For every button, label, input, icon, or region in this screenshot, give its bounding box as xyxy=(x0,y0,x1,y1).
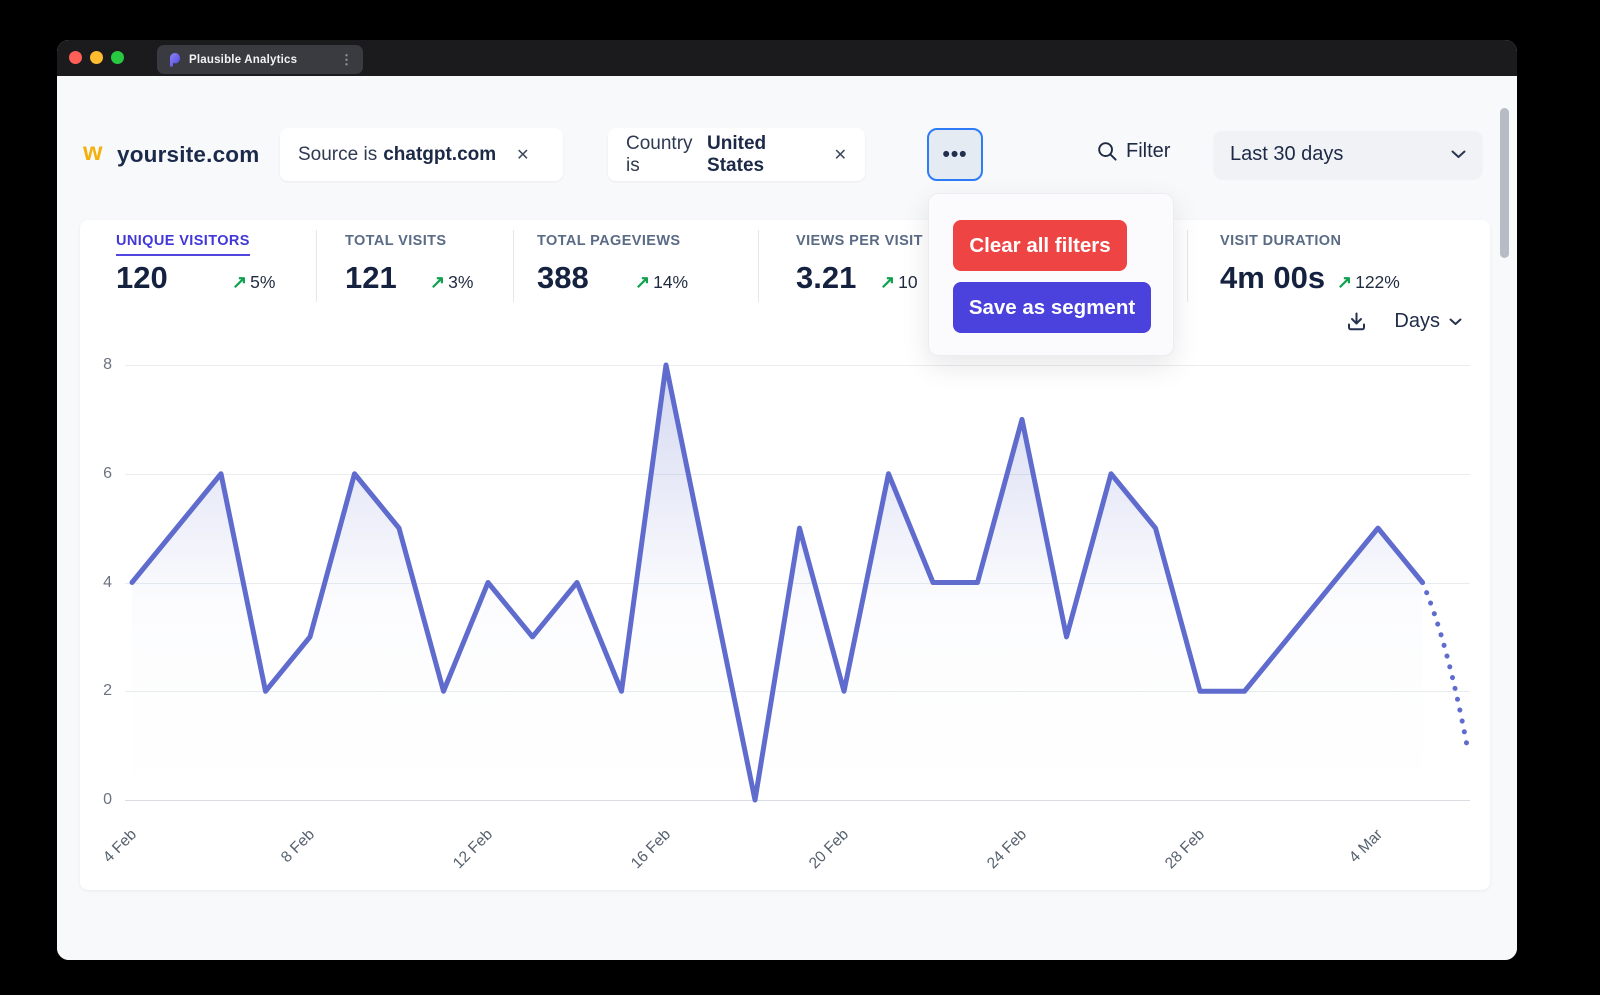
remove-country-filter-icon[interactable]: ✕ xyxy=(834,145,847,165)
more-filters-button[interactable]: ••• xyxy=(927,128,983,181)
filter-value: United States xyxy=(707,133,814,177)
date-range-label: Last 30 days xyxy=(1230,143,1343,166)
tab-menu-icon[interactable]: ⋮ xyxy=(340,53,353,66)
chevron-down-icon xyxy=(1449,318,1462,326)
y-axis-tick-label: 2 xyxy=(80,681,112,701)
interval-label: Days xyxy=(1394,310,1440,333)
clear-all-filters-button[interactable]: Clear all filters xyxy=(953,220,1127,271)
x-axis-tick-label: 4 Mar xyxy=(1317,826,1386,895)
screenshot-canvas: { "window": { "tab_title": "Plausible An… xyxy=(0,0,1600,995)
stat-value: 4m 00s xyxy=(1220,260,1325,296)
stat-unique-visitors[interactable]: UNIQUE VISITORS xyxy=(116,233,250,256)
scrollbar-thumb[interactable] xyxy=(1500,108,1509,258)
stat-label: TOTAL PAGEVIEWS xyxy=(537,233,681,249)
browser-tab-bar: Plausible Analytics ⋮ xyxy=(57,40,1517,76)
filter-label: Filter xyxy=(1126,140,1170,163)
filter-value: chatgpt.com xyxy=(383,144,496,166)
stat-label: UNIQUE VISITORS xyxy=(116,233,250,256)
search-icon xyxy=(1097,141,1118,162)
filter-prefix: Country is xyxy=(626,133,701,177)
chart-toolbar: Days xyxy=(1345,310,1462,333)
stat-value: 3.21 xyxy=(796,260,856,296)
stat-change: ↗14% xyxy=(635,272,688,293)
y-axis-tick-label: 0 xyxy=(80,790,112,810)
y-axis-tick-label: 8 xyxy=(80,355,112,375)
x-axis-tick-label: 20 Feb xyxy=(783,826,852,895)
site-name[interactable]: yoursite.com xyxy=(117,142,259,168)
add-filter-button[interactable]: Filter xyxy=(1097,140,1170,163)
stat-total-visits[interactable]: TOTAL VISITS xyxy=(345,233,446,249)
site-favicon-icon: w xyxy=(83,140,102,165)
x-axis-tick-label: 4 Feb xyxy=(71,826,140,895)
page-content: w yoursite.com Source is chatgpt.com ✕ C… xyxy=(57,76,1517,960)
download-export-icon[interactable] xyxy=(1345,310,1368,333)
stat-divider xyxy=(316,230,317,302)
x-axis-tick-label: 24 Feb xyxy=(961,826,1030,895)
minimize-window-button[interactable] xyxy=(90,51,103,64)
stat-value: 388 xyxy=(537,260,589,296)
x-axis-tick-label: 16 Feb xyxy=(605,826,674,895)
visitors-line-chart xyxy=(125,358,1475,818)
chevron-down-icon xyxy=(1451,150,1466,159)
stat-value: 121 xyxy=(345,260,397,296)
stat-label: TOTAL VISITS xyxy=(345,233,446,249)
trend-up-icon: ↗ xyxy=(430,272,445,292)
x-axis-tick-label: 8 Feb xyxy=(249,826,318,895)
remove-source-filter-icon[interactable]: ✕ xyxy=(516,145,529,165)
dashboard-card: UNIQUE VISITORS 120 ↗5% TOTAL VISITS 121… xyxy=(80,220,1490,890)
x-axis-tick-label: 28 Feb xyxy=(1139,826,1208,895)
fullscreen-window-button[interactable] xyxy=(111,51,124,64)
window-controls xyxy=(69,51,124,64)
y-axis-tick-label: 4 xyxy=(80,573,112,593)
stat-value: 120 xyxy=(116,260,168,296)
trend-up-icon: ↗ xyxy=(635,272,650,292)
date-range-picker[interactable]: Last 30 days xyxy=(1214,131,1482,178)
trend-up-icon: ↗ xyxy=(1337,272,1352,292)
browser-window: Plausible Analytics ⋮ w yoursite.com Sou… xyxy=(57,40,1517,960)
stat-label: VISIT DURATION xyxy=(1220,233,1341,249)
stat-change: ↗10 xyxy=(880,272,918,293)
stat-views-per-visit[interactable]: VIEWS PER VISIT xyxy=(796,233,923,249)
x-axis-tick-label: 12 Feb xyxy=(427,826,496,895)
stat-divider xyxy=(1187,230,1188,302)
filter-pill-source[interactable]: Source is chatgpt.com ✕ xyxy=(280,128,563,181)
stat-change: ↗5% xyxy=(232,272,275,293)
stat-divider xyxy=(513,230,514,302)
filter-prefix: Source is xyxy=(298,144,377,166)
filter-pill-country[interactable]: Country is United States ✕ xyxy=(608,128,865,181)
interval-dropdown[interactable]: Days xyxy=(1394,310,1462,333)
save-as-segment-button[interactable]: Save as segment xyxy=(953,282,1151,333)
ellipsis-icon: ••• xyxy=(942,143,967,167)
close-window-button[interactable] xyxy=(69,51,82,64)
stat-divider xyxy=(758,230,759,302)
stat-change: ↗3% xyxy=(430,272,473,293)
stat-visit-duration[interactable]: VISIT DURATION xyxy=(1220,233,1341,249)
plausible-logo-icon xyxy=(167,52,181,67)
browser-tab[interactable]: Plausible Analytics ⋮ xyxy=(157,45,363,74)
stat-total-pageviews[interactable]: TOTAL PAGEVIEWS xyxy=(537,233,681,249)
filters-dropdown-menu: Clear all filters Save as segment xyxy=(928,193,1174,356)
trend-up-icon: ↗ xyxy=(880,272,895,292)
y-axis-tick-label: 6 xyxy=(80,464,112,484)
stat-change: ↗122% xyxy=(1337,272,1400,293)
tab-title: Plausible Analytics xyxy=(189,54,297,66)
trend-up-icon: ↗ xyxy=(232,272,247,292)
stat-label: VIEWS PER VISIT xyxy=(796,233,923,249)
chart-line-dotted-projection xyxy=(1423,583,1468,746)
